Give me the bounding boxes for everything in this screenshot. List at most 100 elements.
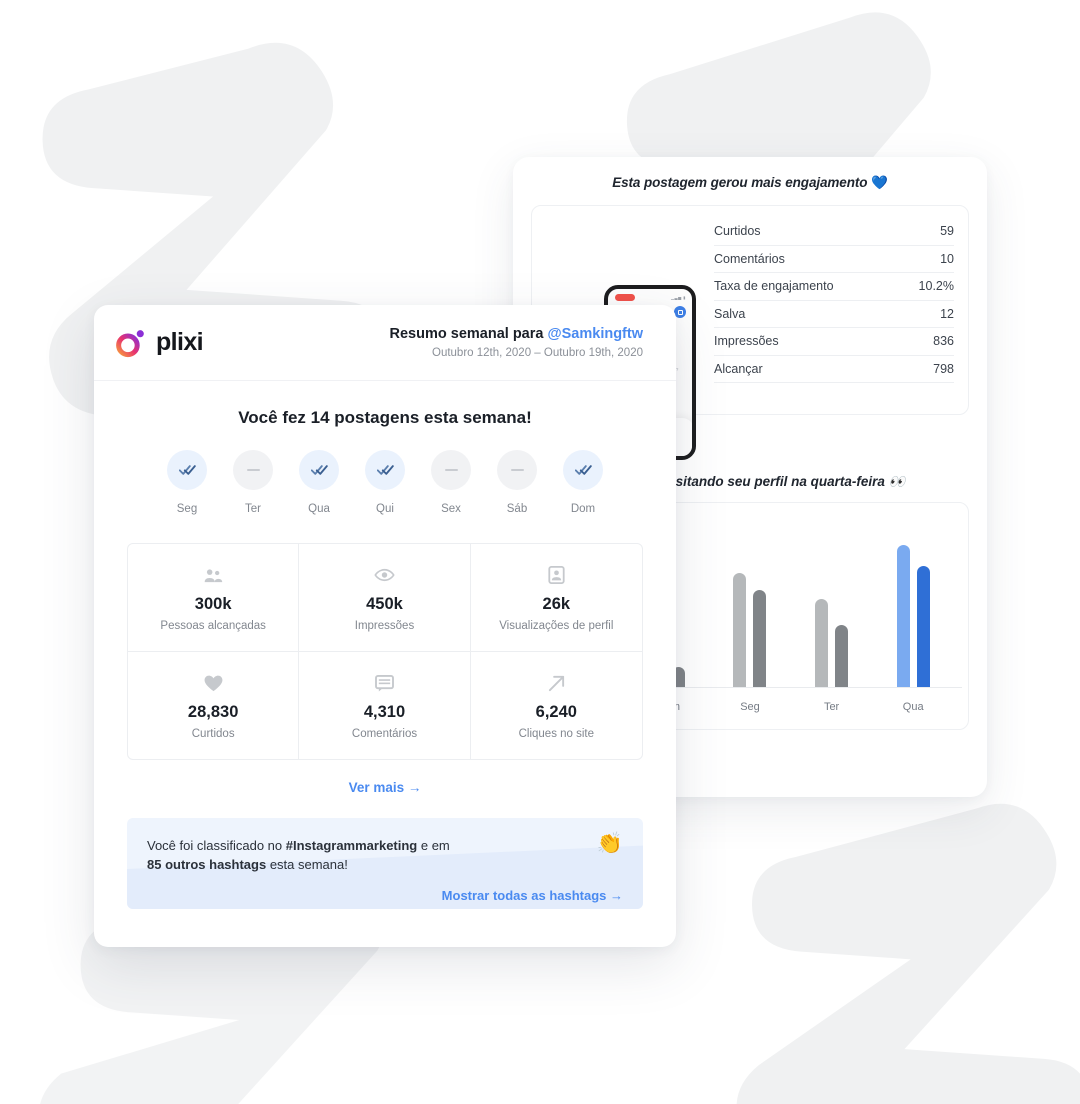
stat-caption: Comentários: [351, 728, 418, 740]
summary-title-prefix: Resumo semanal para: [389, 326, 544, 342]
double-check-icon: [178, 465, 196, 475]
banner-text: Você foi classificado no #Instagrammarke…: [147, 836, 623, 874]
banner-hashtag: #Instagrammarketing: [285, 838, 418, 853]
date-range: Outubro 12th, 2020 – Outubro 19th, 2020: [432, 347, 643, 359]
bar-dark: [916, 566, 930, 687]
weekday-tracker: Seg Ter Qua Qui Sex Sáb Dom: [94, 450, 676, 515]
stats-see-more-link[interactable]: Ver mais →: [94, 780, 676, 795]
x-tick-label: Qua: [902, 701, 924, 713]
stat-caption: Cliques no site: [518, 728, 595, 740]
stat-card: 450k Impressões: [299, 544, 471, 652]
stats-see-more-label[interactable]: Ver mais →: [349, 780, 422, 795]
bar-dark: [835, 625, 849, 687]
x-tick-label: Ter: [823, 701, 840, 713]
row-value: 10: [940, 251, 954, 266]
banner-text-3: esta semana!: [266, 857, 348, 872]
bar-light: [896, 544, 910, 687]
phone-notch: [615, 294, 635, 301]
row-value: 836: [933, 334, 954, 349]
stat-card: 300k Pessoas alcançadas: [128, 544, 300, 652]
summary-title: Resumo semanal para @Samkingftw: [390, 326, 643, 342]
stat-card: 6,240 Cliques no site: [471, 652, 642, 759]
weekday-label: Qua: [308, 503, 330, 515]
table-row: Taxa de engajamento 10.2%: [714, 273, 954, 301]
engagement-table: Curtidos 59 Comentários 10 Taxa de engaj…: [714, 218, 954, 383]
brand-logo: plixi: [114, 326, 204, 360]
weekday-status-circle: [299, 450, 339, 490]
eyes-icon: 👀: [888, 474, 906, 489]
row-label: Salva: [714, 306, 746, 321]
show-all-hashtags-label[interactable]: Mostrar todas as hashtags →: [442, 888, 623, 903]
dash-icon: [444, 469, 458, 471]
double-check-icon: [376, 465, 394, 475]
weekday-label: Qui: [376, 503, 394, 515]
heart-icon: [134, 673, 292, 693]
weekday-label: Sex: [441, 503, 461, 515]
profile-card-icon: [477, 565, 636, 585]
stat-caption: Curtidos: [191, 728, 235, 740]
weekday-status-circle: [497, 450, 537, 490]
banner-text-1: Você foi classificado no: [147, 838, 286, 853]
bar-group-seg: [733, 573, 767, 687]
stat-card: 28,830 Curtidos: [128, 652, 300, 759]
weekday-sex[interactable]: Sex: [418, 450, 484, 515]
show-all-hashtags-link[interactable]: Mostrar todas as hashtags →: [147, 888, 623, 903]
plixi-ring-logo-icon: [116, 329, 144, 357]
weekday-status-circle: [233, 450, 273, 490]
stat-caption: Pessoas alcançadas: [160, 620, 266, 632]
row-value: 798: [933, 361, 954, 376]
x-tick-label: Seg: [740, 701, 760, 713]
weekday-status-circle: [167, 450, 207, 490]
stat-value: 6,240: [535, 703, 577, 721]
phone-status-bar-icon: ▁▃▅ ▮: [670, 295, 686, 300]
table-row: Alcançar 798: [714, 356, 954, 383]
eye-icon: [305, 565, 463, 585]
card-header: plixi Resumo semanal para @Samkingftw Ou…: [94, 305, 676, 381]
row-label: Taxa de engajamento: [714, 279, 834, 294]
stat-value: 300k: [194, 595, 232, 613]
row-label: Curtidos: [714, 224, 761, 239]
stat-value: 26k: [542, 595, 571, 613]
table-row: Salva 12: [714, 301, 954, 328]
hashtag-banner: 👏 Você foi classificado no #Instagrammar…: [127, 818, 643, 909]
row-label: Impressões: [714, 334, 779, 349]
row-label: Comentários: [714, 251, 785, 266]
row-value: 10.2%: [918, 279, 954, 294]
weekday-sáb[interactable]: Sáb: [484, 450, 550, 515]
screenshot-root: Esta postagem gerou mais engajamento 💙 ▁…: [0, 0, 1080, 1104]
stat-value: 4,310: [363, 703, 406, 721]
double-check-icon: [574, 465, 592, 475]
engagement-card-title: Esta postagem gerou mais engajamento 💙: [513, 157, 987, 191]
dash-icon: [510, 469, 524, 471]
blue-heart-icon: 💙: [871, 175, 888, 190]
comment-bubble-icon: [305, 673, 463, 693]
weekday-label: Dom: [570, 503, 596, 515]
bar-light: [815, 599, 829, 687]
weekday-ter[interactable]: Ter: [220, 450, 286, 515]
weekday-status-circle: [563, 450, 603, 490]
banner-bold-2: 85 outros hashtags: [147, 857, 267, 872]
bar-dark: [753, 589, 767, 687]
bar-light: [733, 573, 747, 687]
stat-card: 4,310 Comentários: [299, 652, 471, 759]
stat-value: 28,830: [187, 703, 239, 721]
weekday-qui[interactable]: Qui: [352, 450, 418, 515]
double-check-icon: [310, 465, 328, 475]
row-value: 12: [940, 306, 954, 321]
page-title: Você fez 14 postagens esta semana!: [238, 408, 532, 427]
stat-value: 450k: [366, 595, 403, 613]
weekday-qua[interactable]: Qua: [286, 450, 352, 515]
bar-group-qua: [896, 544, 930, 687]
engagement-title-text: Esta postagem gerou mais engajamento: [612, 175, 868, 190]
brand-name: plixi: [156, 328, 204, 356]
weekday-status-circle: [431, 450, 471, 490]
account-handle[interactable]: @Samkingftw: [547, 326, 643, 342]
weekday-dom[interactable]: Dom: [550, 450, 616, 515]
table-row: Impressões 836: [714, 328, 954, 356]
stats-grid: 300k Pessoas alcançadas 450k Impressões 26k V…: [127, 543, 643, 760]
weekday-label: Ter: [245, 503, 261, 515]
weekly-summary-card: plixi Resumo semanal para @Samkingftw Ou…: [94, 305, 676, 947]
row-value: 59: [940, 224, 954, 239]
banner-text-2: e em: [417, 838, 450, 853]
weekday-seg[interactable]: Seg: [154, 450, 220, 515]
